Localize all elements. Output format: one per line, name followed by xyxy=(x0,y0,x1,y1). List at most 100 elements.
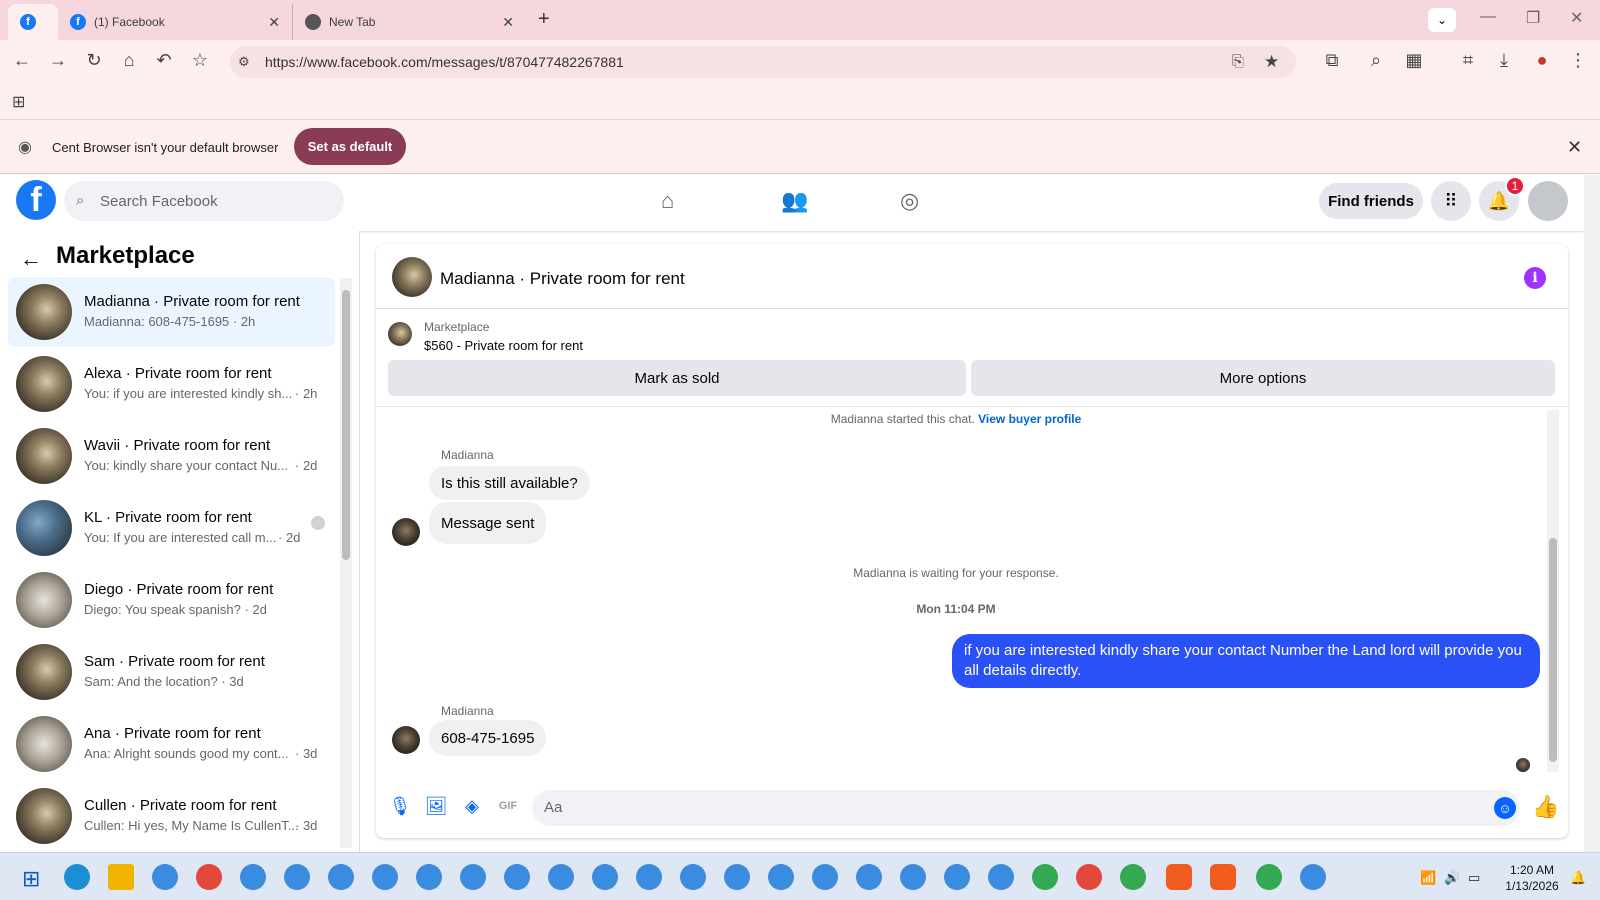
browser-app-icon[interactable] xyxy=(988,864,1014,890)
brave-icon[interactable] xyxy=(1210,864,1236,890)
file-explorer-icon[interactable] xyxy=(108,864,134,890)
chrome-icon[interactable] xyxy=(1076,864,1102,890)
conversation-item[interactable]: Madianna · Private room for rent Madiann… xyxy=(8,277,335,347)
message-composer[interactable] xyxy=(532,790,1520,826)
message-input-placeholder[interactable]: Aa xyxy=(544,799,562,816)
back-icon[interactable]: ← xyxy=(10,50,34,71)
zoom-search-icon[interactable]: ⌕ xyxy=(1364,50,1388,71)
chrome-icon[interactable] xyxy=(1256,864,1282,890)
home-icon[interactable]: ⌂ xyxy=(117,50,141,71)
new-tab-plus-icon[interactable]: + xyxy=(538,8,550,31)
menu-dots-icon[interactable]: ⋮ xyxy=(1566,50,1590,71)
listing-thumbnail[interactable] xyxy=(388,322,412,346)
inbox-scrollbar-thumb[interactable] xyxy=(342,290,350,560)
tab-new-tab[interactable]: New Tab ✕ xyxy=(292,4,524,40)
chrome-icon[interactable] xyxy=(1120,864,1146,890)
browser-app-icon[interactable] xyxy=(504,864,530,890)
gif-icon[interactable]: GIF xyxy=(496,800,520,812)
bookmark-page-star-icon[interactable]: ★ xyxy=(1264,52,1279,72)
facebook-logo[interactable]: f xyxy=(16,180,56,220)
brave-icon[interactable] xyxy=(1166,864,1192,890)
info-icon[interactable]: i xyxy=(1524,267,1546,289)
forward-icon[interactable]: → xyxy=(46,50,70,71)
download-icon[interactable]: ⤓ xyxy=(1492,50,1516,71)
more-options-button[interactable]: More options xyxy=(971,360,1555,396)
mark-as-sold-button[interactable]: Mark as sold xyxy=(388,360,966,396)
install-app-icon[interactable]: ⎘ xyxy=(1232,53,1244,70)
browser-app-icon[interactable] xyxy=(856,864,882,890)
microphone-icon[interactable]: 🎙 xyxy=(388,796,412,817)
outgoing-message[interactable]: if you are interested kindly share your … xyxy=(952,634,1540,688)
browser-app-icon[interactable] xyxy=(944,864,970,890)
url-text[interactable]: https://www.facebook.com/messages/t/8704… xyxy=(265,54,624,70)
browser-app-icon[interactable] xyxy=(1300,864,1326,890)
wifi-icon[interactable]: 📶 xyxy=(1420,870,1436,886)
home-nav-icon[interactable]: ⌂ xyxy=(661,188,674,214)
find-friends-button[interactable]: Find friends xyxy=(1319,183,1423,219)
incoming-message[interactable]: Is this still available? xyxy=(429,466,590,500)
browser-app-icon[interactable] xyxy=(152,864,178,890)
browser-app-icon[interactable] xyxy=(592,864,618,890)
chrome-icon[interactable] xyxy=(1032,864,1058,890)
conversation-item[interactable]: Ana · Private room for rent Ana: Alright… xyxy=(8,709,335,779)
account-avatar[interactable] xyxy=(1528,181,1568,221)
minimize-icon[interactable]: — xyxy=(1480,8,1496,26)
chat-title[interactable]: Madianna · Private room for rent xyxy=(440,269,685,289)
system-clock[interactable]: 1:20 AM 1/13/2026 xyxy=(1502,862,1562,894)
extensions-icon[interactable]: ⧉ xyxy=(1320,50,1344,71)
browser-app-icon[interactable] xyxy=(900,864,926,890)
conversation-item[interactable]: Cullen · Private room for rent Cullen: H… xyxy=(8,781,335,851)
edge-icon[interactable] xyxy=(64,864,90,890)
conversation-item[interactable]: KL · Private room for rent You: If you a… xyxy=(8,493,335,563)
notification-bell-icon[interactable]: 🔔 xyxy=(1570,870,1586,886)
reload-icon[interactable]: ↻ xyxy=(82,50,106,71)
incoming-message[interactable]: 608-475-1695 xyxy=(429,720,547,756)
emoji-icon[interactable]: ☺ xyxy=(1494,797,1516,819)
thumbs-up-icon[interactable]: 👍 xyxy=(1532,794,1559,820)
conversation-item[interactable]: Alexa · Private room for rent You: if yo… xyxy=(8,349,335,419)
site-info-icon[interactable]: ⚙ xyxy=(238,54,250,70)
chrome-icon[interactable] xyxy=(196,864,222,890)
chat-avatar[interactable] xyxy=(392,257,432,297)
set-as-default-button[interactable]: Set as default xyxy=(294,128,406,165)
browser-app-icon[interactable] xyxy=(548,864,574,890)
bookmark-star-icon[interactable]: ☆ xyxy=(188,50,212,71)
tab-search-chevron-icon[interactable]: ⌄ xyxy=(1428,8,1456,32)
browser-app-icon[interactable] xyxy=(372,864,398,890)
browser-app-icon[interactable] xyxy=(812,864,838,890)
battery-icon[interactable]: ▭ xyxy=(1468,870,1480,886)
close-tab-icon[interactable]: ✕ xyxy=(502,14,514,31)
apps-grid-icon[interactable]: ⊞ xyxy=(12,92,25,112)
browser-app-icon[interactable] xyxy=(284,864,310,890)
friends-nav-icon[interactable]: 👥 xyxy=(781,188,808,214)
qr-code-icon[interactable]: ▦ xyxy=(1402,50,1426,71)
browser-app-icon[interactable] xyxy=(328,864,354,890)
conversation-item[interactable]: Wavii · Private room for rent You: kindl… xyxy=(8,421,335,491)
crop-screenshot-icon[interactable]: ⌗ xyxy=(1456,50,1480,71)
profile-icon[interactable]: ● xyxy=(1530,50,1554,71)
listing-title[interactable]: $560 - Private room for rent xyxy=(424,338,583,353)
facebook-search-input[interactable]: Search Facebook xyxy=(64,181,344,221)
volume-icon[interactable]: 🔊 xyxy=(1444,870,1460,886)
photo-icon[interactable]: 🖼 xyxy=(424,796,448,817)
chat-scrollbar-thumb[interactable] xyxy=(1549,538,1557,762)
sticker-icon[interactable]: ◈ xyxy=(460,796,484,817)
browser-app-icon[interactable] xyxy=(416,864,442,890)
browser-app-icon[interactable] xyxy=(768,864,794,890)
tab-facebook[interactable]: f (1) Facebook ✕ xyxy=(58,4,290,40)
close-tab-icon[interactable]: ✕ xyxy=(268,14,280,31)
conversation-item[interactable]: Sam · Private room for rent Sam: And the… xyxy=(8,637,335,707)
browser-app-icon[interactable] xyxy=(680,864,706,890)
groups-nav-icon[interactable]: ◎ xyxy=(900,188,919,214)
browser-app-icon[interactable] xyxy=(460,864,486,890)
restore-icon[interactable]: ❐ xyxy=(1526,8,1540,28)
view-buyer-profile-link[interactable]: View buyer profile xyxy=(978,412,1081,426)
page-scrollbar[interactable] xyxy=(1584,175,1600,855)
incoming-message[interactable]: Message sent xyxy=(429,502,547,544)
browser-app-icon[interactable] xyxy=(636,864,662,890)
undo-close-icon[interactable]: ↶ xyxy=(152,50,176,71)
infobar-close-icon[interactable]: ✕ xyxy=(1567,137,1582,158)
back-arrow-icon[interactable]: ← xyxy=(20,246,42,272)
conversation-item[interactable]: Diego · Private room for rent Diego: You… xyxy=(8,565,335,635)
menu-grid-icon[interactable]: ⠿ xyxy=(1431,181,1471,221)
